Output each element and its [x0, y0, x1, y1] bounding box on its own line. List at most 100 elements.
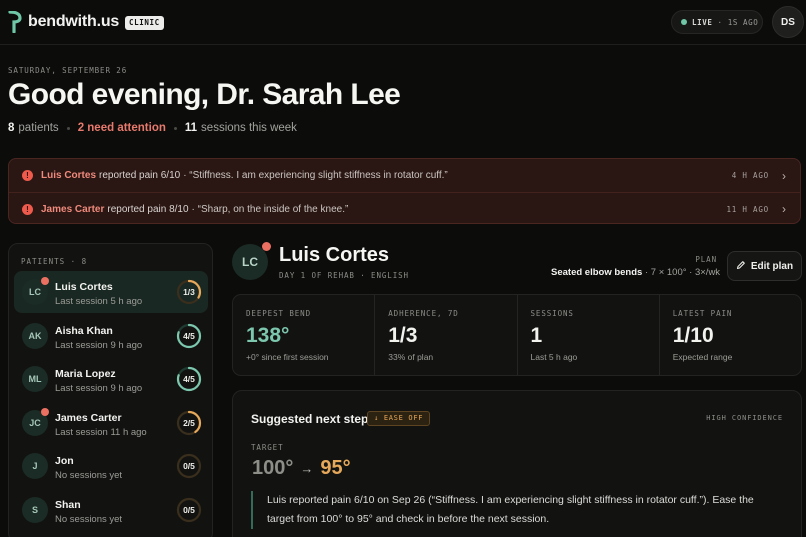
- alert-patient-name: Luis Cortes: [41, 170, 97, 181]
- patient-list-item[interactable]: J Jon No sessions yet 0/5: [14, 445, 208, 487]
- alert-row[interactable]: ! Luis Cortes reported pain 6/10 · “Stif…: [9, 159, 800, 192]
- metric-label: ADHERENCE, 7D: [388, 309, 459, 318]
- alert-dot-icon: [262, 242, 271, 251]
- separator-dot: [66, 126, 70, 130]
- progress-label: 0/5: [183, 505, 195, 515]
- alert-text: reported pain 6/10: [99, 170, 181, 181]
- metric-label: DEEPEST BEND: [246, 309, 311, 318]
- alert-time: 11 H AGO: [726, 204, 769, 214]
- sessions-count: 11: [184, 122, 198, 134]
- alert-time: 4 H AGO: [731, 171, 769, 180]
- patient-name: Jon: [55, 455, 74, 467]
- confidence-label: HIGH CONFIDENCE: [706, 414, 783, 422]
- metric-value: 138°: [246, 324, 290, 347]
- metric-label: LATEST PAIN: [672, 309, 733, 318]
- patient-avatar: AK: [22, 323, 48, 349]
- metric-value: 1/3: [388, 324, 418, 347]
- alert-quote: · “Stiffness. I am experiencing slight s…: [183, 170, 448, 181]
- patient-name: Luis Cortes: [55, 281, 113, 293]
- arrow-right-icon: →: [300, 461, 314, 476]
- top-bar: bendwith.us CLINIC LIVE · 1S AGO DS: [0, 0, 806, 45]
- metric-adherence: ADHERENCE, 7D 1/3 33% of plan: [375, 295, 518, 375]
- patient-list-item[interactable]: AK Aisha Khan Last session 9 h ago 4/5: [14, 315, 208, 357]
- patients-header: PATIENTS · 8: [21, 257, 88, 266]
- separator-dot: [173, 126, 177, 130]
- user-avatar[interactable]: DS: [772, 6, 804, 38]
- patient-name: Aisha Khan: [55, 325, 113, 337]
- suggestion-body: Luis reported pain 6/10 on Sep 26 (“Stif…: [251, 491, 781, 529]
- metric-sub: +0° since first session: [246, 352, 329, 362]
- metrics-row: DEEPEST BEND 138° +0° since first sessio…: [232, 294, 802, 376]
- detail-meta: DAY 1 OF REHAB · ENGLISH: [279, 271, 409, 280]
- live-label: LIVE: [692, 17, 713, 27]
- live-ago: · 1S AGO: [717, 17, 759, 27]
- progress-label: 4/5: [183, 331, 195, 341]
- plan-summary: Seated elbow bends · 7 × 100° · 3×/wk: [551, 267, 721, 278]
- plan-exercise: Seated elbow bends: [551, 267, 643, 278]
- target-to: 95°: [320, 457, 351, 479]
- patient-avatar: J: [22, 453, 48, 479]
- progress-label: 2/5: [183, 418, 195, 428]
- patients-count: 8: [8, 122, 15, 134]
- plan-spec: · 7 × 100° · 3×/wk: [644, 267, 721, 278]
- suggestion-title: Suggested next step: [251, 412, 369, 426]
- page-title: Good evening, Dr. Sarah Lee: [8, 78, 401, 111]
- alert-dot-icon: [41, 408, 49, 416]
- plan-label: PLAN: [695, 255, 717, 264]
- patient-name: Maria Lopez: [55, 368, 116, 380]
- summary-stats: 8 patients 2 need attention 11 sessions …: [8, 122, 297, 134]
- metric-sub: Last 5 h ago: [530, 352, 578, 362]
- detail-patient-name: Luis Cortes: [279, 244, 390, 266]
- metric-value: 1: [530, 324, 543, 347]
- alert-circle-icon: !: [22, 170, 33, 181]
- patients-panel: PATIENTS · 8 LC Luis Cortes Last session…: [8, 243, 213, 537]
- pain-alerts: ! Luis Cortes reported pain 6/10 · “Stif…: [8, 158, 801, 224]
- ease-off-badge: ↓ EASE OFF: [367, 411, 431, 426]
- patient-last-session: Last session 9 h ago: [55, 340, 143, 351]
- target-change: 100° → 95°: [252, 457, 351, 480]
- alert-patient-name: James Carter: [41, 203, 105, 215]
- patient-last-session: No sessions yet: [55, 470, 123, 481]
- clinic-badge: CLINIC: [125, 16, 164, 30]
- progress-label: 4/5: [183, 374, 195, 384]
- patient-list-item[interactable]: LC Luis Cortes Last session 5 h ago 1/3: [14, 271, 208, 313]
- live-status[interactable]: LIVE · 1S AGO: [671, 10, 763, 34]
- date-line: SATURDAY, SEPTEMBER 26: [8, 66, 128, 75]
- patient-name: James Carter: [55, 412, 122, 424]
- patient-list-item[interactable]: S Shan No sessions yet 0/5: [14, 489, 208, 531]
- metric-sessions: SESSIONS 1 Last 5 h ago: [518, 295, 660, 375]
- alert-text: reported pain 8/10: [107, 203, 189, 215]
- pencil-icon: [736, 260, 746, 273]
- patient-list-item[interactable]: JC James Carter Last session 11 h ago 2/…: [14, 402, 208, 444]
- logo-mark-icon: [8, 11, 22, 33]
- alert-quote: · “Sharp, on the inside of the knee.”: [191, 203, 349, 215]
- progress-label: 1/3: [183, 287, 195, 297]
- metric-deepest-bend: DEEPEST BEND 138° +0° since first sessio…: [233, 295, 376, 375]
- progress-label: 0/5: [183, 461, 195, 471]
- patient-last-session: Last session 5 h ago: [55, 296, 143, 307]
- alert-row[interactable]: ! James Carter reported pain 8/10 · “Sha…: [9, 192, 800, 223]
- patient-list-item[interactable]: ML Maria Lopez Last session 9 h ago 4/5: [14, 358, 208, 400]
- metric-sub: Expected range: [672, 352, 733, 362]
- suggested-next-step-card: Suggested next step ↓ EASE OFF HIGH CONF…: [232, 390, 802, 537]
- brand-name: bendwith.us: [28, 13, 120, 30]
- brand-logo[interactable]: bendwith.us: [8, 11, 119, 33]
- patient-last-session: Last session 11 h ago: [55, 427, 147, 438]
- target-from: 100°: [252, 457, 294, 479]
- metric-sub: 33% of plan: [388, 352, 434, 362]
- sessions-word: sessions this week: [201, 122, 297, 134]
- patient-name: Shan: [55, 499, 81, 511]
- metric-label: SESSIONS: [530, 309, 574, 318]
- alert-circle-icon: !: [22, 203, 33, 215]
- patient-avatar: ML: [22, 366, 48, 392]
- edit-plan-label: Edit plan: [750, 260, 794, 272]
- edit-plan-button[interactable]: Edit plan: [727, 251, 802, 281]
- patient-last-session: Last session 9 h ago: [55, 383, 143, 394]
- target-label: TARGET: [251, 443, 284, 452]
- patient-last-session: No sessions yet: [55, 514, 123, 525]
- attention-count[interactable]: 2 need attention: [78, 122, 166, 134]
- metric-value: 1/10: [672, 324, 714, 347]
- chevron-right-icon: ›: [782, 168, 786, 183]
- chevron-right-icon: ›: [782, 202, 786, 216]
- live-dot-icon: [681, 19, 687, 25]
